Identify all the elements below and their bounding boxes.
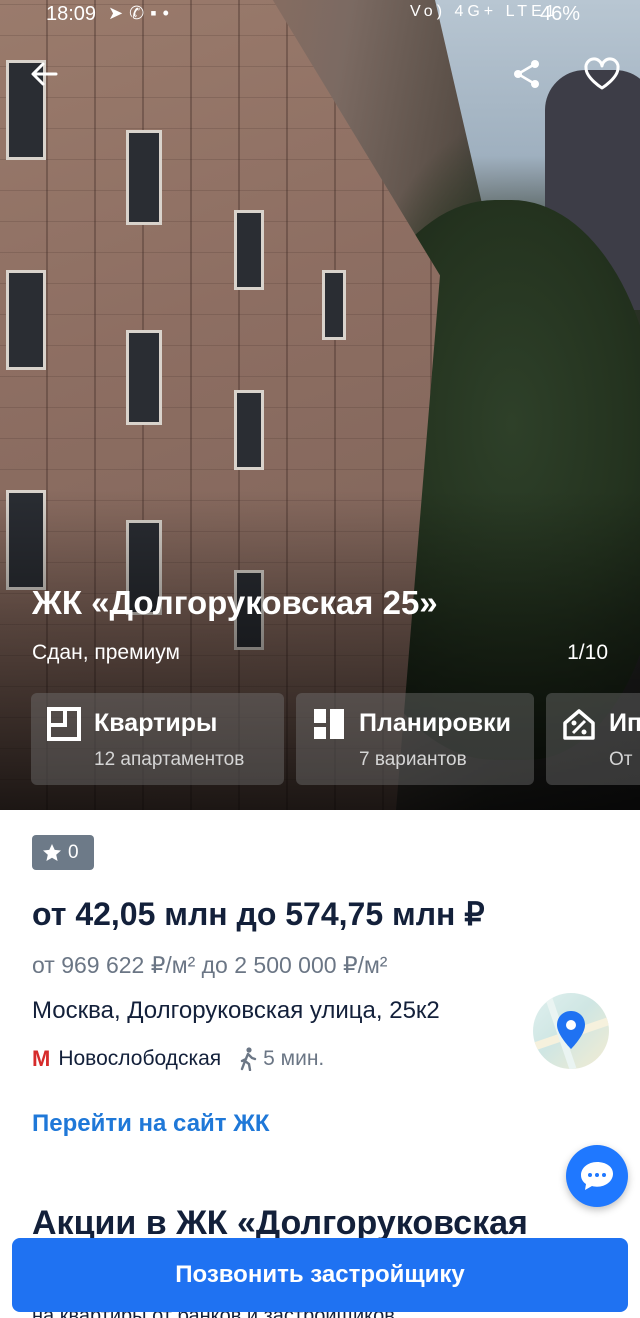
status-time: 18:09 bbox=[46, 3, 97, 25]
dot-icon: • bbox=[162, 3, 175, 23]
hero-cards: Квартиры 12 апартаментов Планировки 7 ва… bbox=[31, 693, 640, 785]
card-subtitle: От bbox=[609, 749, 633, 770]
facade-window bbox=[126, 130, 162, 225]
card-mortgage[interactable]: Ип От bbox=[546, 693, 640, 785]
mortgage-icon bbox=[563, 709, 595, 740]
call-developer-button[interactable]: Позвонить застройщику bbox=[12, 1238, 628, 1312]
metro-logo-icon: М bbox=[32, 1046, 51, 1071]
telegram-icon: ➤ bbox=[108, 3, 130, 23]
map-pin-icon bbox=[533, 993, 609, 1069]
facade-window bbox=[6, 270, 46, 370]
card-subtitle: 12 апартаментов bbox=[94, 749, 245, 770]
walk-info: 5 мин. bbox=[239, 1047, 324, 1071]
price-range: от 42,05 млн до 574,75 млн ₽ bbox=[32, 896, 485, 932]
status-bar: 18:09 ➤✆▪• Vo) 4G+ LTE1 46% bbox=[0, 0, 640, 30]
status-battery: 46% bbox=[540, 3, 581, 25]
map-thumbnail[interactable] bbox=[533, 993, 609, 1069]
status-network: Vo) 4G+ LTE1 bbox=[410, 3, 559, 20]
card-title: Планировки bbox=[359, 709, 512, 737]
card-subtitle: 7 вариантов bbox=[359, 749, 467, 770]
complex-status: Сдан, премиум bbox=[32, 641, 180, 664]
card-layouts[interactable]: Планировки 7 вариантов bbox=[296, 693, 534, 785]
card-apartments[interactable]: Квартиры 12 апартаментов bbox=[31, 693, 284, 785]
gallery-counter: 1/10 bbox=[567, 641, 608, 664]
chat-bubble-icon bbox=[581, 1162, 613, 1190]
message-icon: ▪ bbox=[150, 3, 163, 23]
back-button[interactable] bbox=[20, 50, 68, 98]
heart-icon bbox=[584, 57, 620, 90]
star-icon bbox=[43, 843, 61, 861]
status-app-icons: ➤✆▪• bbox=[108, 3, 175, 24]
share-button[interactable] bbox=[503, 50, 551, 98]
facade-window bbox=[234, 210, 264, 290]
walk-time: 5 мин. bbox=[263, 1047, 325, 1070]
metro-info: М Новослободская 5 мин. bbox=[32, 1045, 324, 1073]
facade-window bbox=[126, 330, 162, 425]
favorite-button[interactable] bbox=[578, 50, 626, 98]
website-link[interactable]: Перейти на сайт ЖК bbox=[32, 1110, 270, 1138]
metro-station: Новослободская bbox=[58, 1047, 222, 1070]
facade-window bbox=[234, 390, 264, 470]
rating-value: 0 bbox=[68, 841, 79, 863]
price-per-m2: от 969 622 ₽/м² до 2 500 000 ₽/м² bbox=[32, 952, 388, 978]
address: Москва, Долгоруковская улица, 25к2 bbox=[32, 997, 440, 1024]
complex-title: ЖК «Долгоруковская 25» bbox=[32, 584, 438, 621]
card-title: Ип bbox=[609, 709, 640, 737]
arrow-left-icon bbox=[31, 62, 58, 86]
share-icon bbox=[514, 60, 539, 88]
apartments-icon bbox=[47, 707, 81, 741]
card-title: Квартиры bbox=[94, 709, 218, 737]
rating-badge: 0 bbox=[32, 835, 94, 870]
viber-icon: ✆ bbox=[129, 3, 151, 23]
facade-window bbox=[322, 270, 346, 340]
chat-button[interactable] bbox=[566, 1145, 628, 1207]
pedestrian-icon bbox=[240, 1047, 257, 1071]
layouts-icon bbox=[314, 709, 344, 739]
hero-gallery[interactable]: 18:09 ➤✆▪• Vo) 4G+ LTE1 46% ЖК «Долгорук… bbox=[0, 0, 640, 810]
